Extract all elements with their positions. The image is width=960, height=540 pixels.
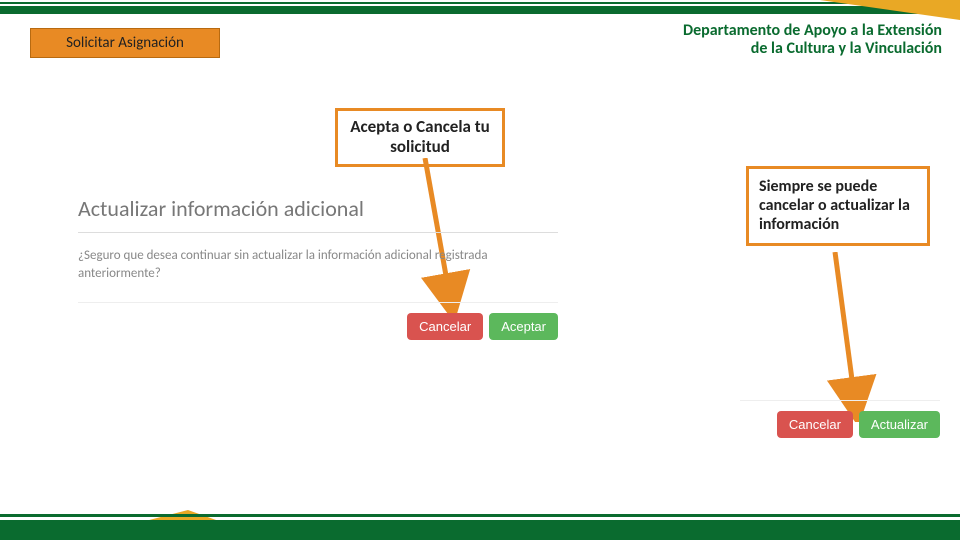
- cancel-button[interactable]: Cancelar: [407, 313, 483, 340]
- bottom-decoration: [0, 506, 960, 540]
- department-name: Departamento de Apoyo a la Extensión de …: [683, 22, 942, 59]
- top-decoration: [0, 0, 960, 16]
- dialog-title: Actualizar información adicional: [78, 195, 558, 222]
- page-title: Solicitar Asignación: [30, 28, 220, 58]
- department-line2: de la Cultura y la Vinculación: [683, 40, 942, 58]
- callout-always-cancel: Siempre se puede cancelar o actualizar l…: [746, 166, 930, 246]
- divider: [78, 232, 558, 233]
- secondary-action-bar: Cancelar Actualizar: [740, 400, 940, 438]
- callout-accept-cancel: Acepta o Cancela tu solicitud: [335, 108, 505, 167]
- update-button[interactable]: Actualizar: [859, 411, 940, 438]
- dialog-body: ¿Seguro que desea continuar sin actualiz…: [78, 247, 558, 282]
- callout-accept-cancel-text: Acepta o Cancela tu solicitud: [350, 116, 490, 157]
- callout-always-cancel-text: Siempre se puede cancelar o actualizar l…: [759, 177, 910, 234]
- confirm-dialog: Actualizar información adicional ¿Seguro…: [78, 195, 558, 340]
- accept-button[interactable]: Aceptar: [489, 313, 558, 340]
- dialog-actions: Cancelar Aceptar: [78, 302, 558, 340]
- page-title-text: Solicitar Asignación: [66, 34, 184, 52]
- arrow-icon: [800, 252, 880, 422]
- cancel-button[interactable]: Cancelar: [777, 411, 853, 438]
- department-line1: Departamento de Apoyo a la Extensión: [683, 22, 942, 40]
